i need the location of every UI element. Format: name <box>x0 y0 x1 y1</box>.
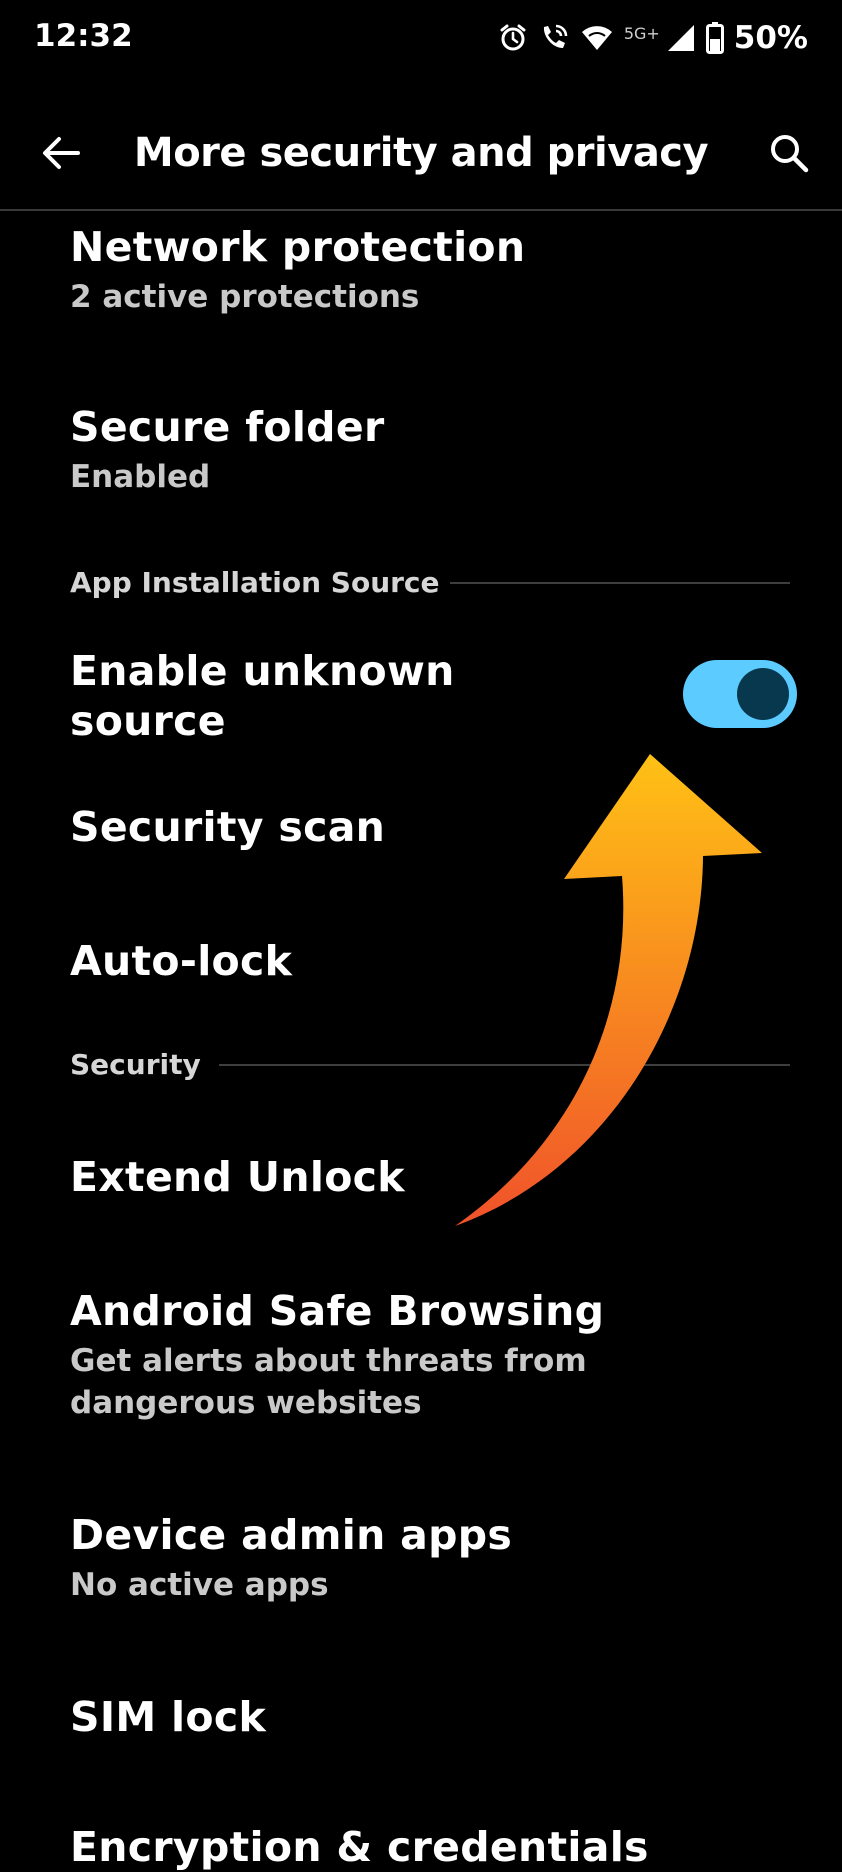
section-header-security: Security <box>70 1048 790 1081</box>
alarm-icon <box>498 23 528 53</box>
item-subtitle-line2: dangerous websites <box>70 1385 422 1421</box>
item-subtitle: Enabled <box>70 459 211 495</box>
section-label: App Installation Source <box>70 566 440 599</box>
app-bar: More security and privacy <box>0 110 842 210</box>
extend-unlock-item[interactable]: Extend Unlock <box>70 1152 690 1202</box>
item-title: Secure folder <box>70 403 385 451</box>
network-type-label: 5G+ <box>623 23 660 43</box>
item-title: Security scan <box>70 803 386 851</box>
section-divider <box>449 581 790 584</box>
encryption-credentials-item[interactable]: Encryption & credentials <box>70 1822 690 1872</box>
item-title-line2: source <box>70 697 226 745</box>
item-title: Android Safe Browsing <box>70 1287 605 1335</box>
toggle-knob <box>737 668 789 720</box>
wifi-calling-icon <box>538 22 570 54</box>
device-admin-apps-item[interactable]: Device admin apps No active apps <box>70 1510 690 1606</box>
wifi-icon <box>580 23 614 53</box>
item-title: Encryption & credentials <box>70 1823 649 1871</box>
network-protection-item[interactable]: Network protection 2 active protections <box>70 222 690 318</box>
item-title: Auto-lock <box>70 937 293 985</box>
page-title: More security and privacy <box>133 130 709 176</box>
item-subtitle: 2 active protections <box>70 279 420 315</box>
search-icon[interactable] <box>766 130 812 176</box>
section-divider <box>218 1063 790 1066</box>
android-safe-browsing-item[interactable]: Android Safe Browsing Get alerts about t… <box>70 1286 690 1424</box>
item-subtitle-line1: Get alerts about threats from <box>70 1343 587 1379</box>
item-title: SIM lock <box>70 1693 267 1741</box>
section-label: Security <box>70 1048 201 1081</box>
signal-icon <box>666 23 696 53</box>
item-title-line1: Enable unknown <box>70 647 455 695</box>
item-title: Device admin apps <box>70 1511 513 1559</box>
battery-icon <box>705 22 724 54</box>
battery-percentage: 50% <box>733 20 808 56</box>
unknown-source-toggle[interactable] <box>683 660 797 728</box>
status-time: 12:32 <box>34 18 133 54</box>
item-subtitle: No active apps <box>70 1567 329 1603</box>
status-icons: 5G+ 50% <box>498 16 808 60</box>
status-bar: 12:32 5G+ 50% <box>0 0 842 80</box>
auto-lock-item[interactable]: Auto-lock <box>70 936 690 986</box>
enable-unknown-source-item[interactable]: Enable unknown source <box>70 646 690 746</box>
item-title: Network protection <box>70 223 526 271</box>
app-bar-divider <box>0 209 842 211</box>
sim-lock-item[interactable]: SIM lock <box>70 1692 690 1742</box>
secure-folder-item[interactable]: Secure folder Enabled <box>70 402 690 498</box>
security-scan-item[interactable]: Security scan <box>70 802 690 852</box>
section-header-app-installation: App Installation Source <box>70 566 790 599</box>
item-title: Extend Unlock <box>70 1153 405 1201</box>
